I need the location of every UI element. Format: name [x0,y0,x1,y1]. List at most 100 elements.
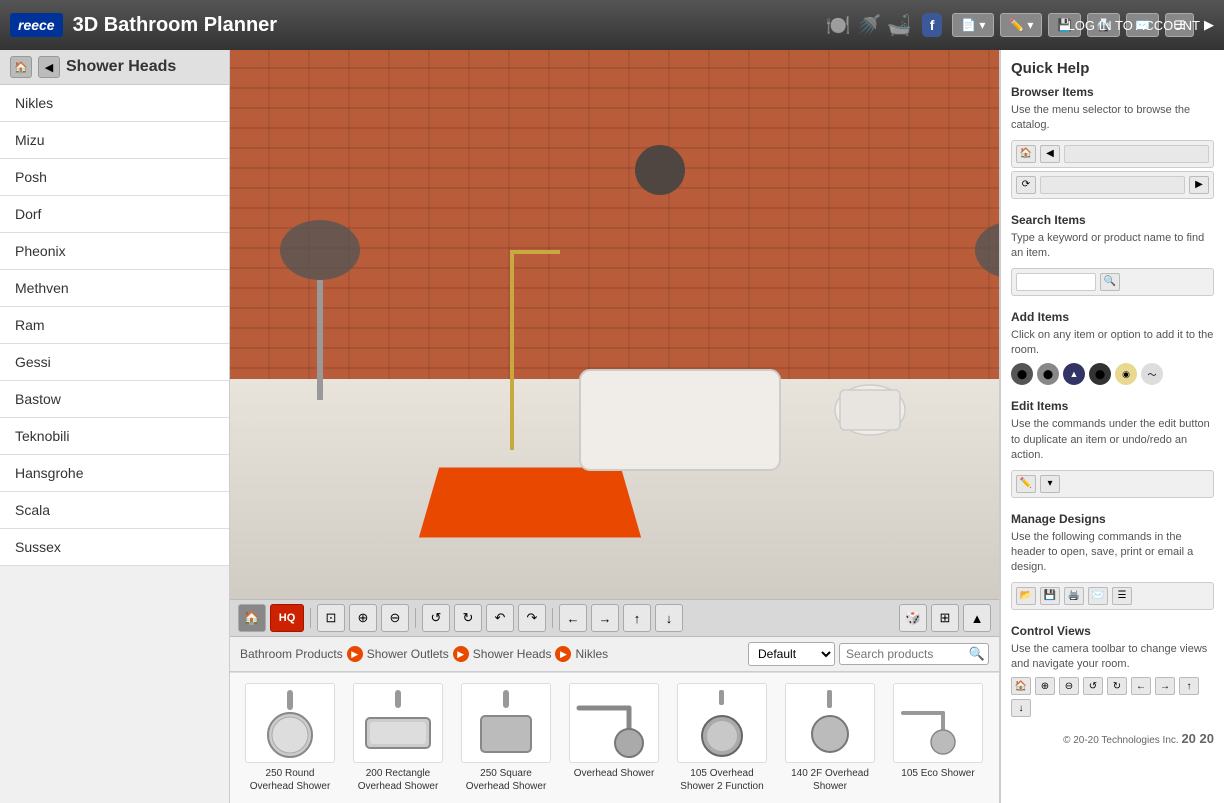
login-button[interactable]: LOG IN TO ACCOUNT ▶ [1068,17,1214,33]
breadcrumb-bathroom[interactable]: Bathroom Products [240,647,343,661]
zoom-out-button[interactable]: ⊖ [381,604,409,632]
sidebar-item-sussex[interactable]: Sussex [0,529,229,566]
drag-button[interactable]: ⊡ [317,604,345,632]
help-browser-heading: Browser Items [1011,85,1214,99]
help-view-rotate2[interactable]: ↻ [1107,677,1127,695]
hq-button[interactable]: HQ [270,604,304,632]
footer-credit: © 20-20 Technologies Inc. 20 20 [1011,731,1214,746]
sidebar-item-bastow[interactable]: Bastow [0,381,229,418]
home-nav-button[interactable]: 🏠 [10,56,32,78]
product-item-3[interactable]: Overhead Shower [564,683,664,780]
help-edit-ui: ✏️ ▾ [1011,470,1214,498]
sidebar: 🏠 ◀ Shower Heads NiklesMizuPoshDorfPheon… [0,50,230,803]
new-button[interactable]: 📄▾ [952,13,994,37]
turn-right-button[interactable]: ↷ [518,604,546,632]
help-view-home[interactable]: 🏠 [1011,677,1031,695]
separator-1 [310,608,311,628]
help-email-btn[interactable]: ✉️ [1088,587,1108,605]
help-search-btn[interactable]: 🔍 [1100,273,1120,291]
sidebar-item-dorf[interactable]: Dorf [0,196,229,233]
view-up-button[interactable]: ▲ [963,604,991,632]
sidebar-list: NiklesMizuPoshDorfPheonixMethvenRamGessi… [0,85,229,566]
help-view-up[interactable]: ↑ [1179,677,1199,695]
sidebar-item-methven[interactable]: Methven [0,270,229,307]
product-item-5[interactable]: 140 2F Overhead Shower [780,683,880,793]
product-item-4[interactable]: 105 Overhead Shower 2 Function [672,683,772,793]
sort-select[interactable]: Default Name A-Z Name Z-A [748,642,835,666]
breadcrumb-outlets[interactable]: Shower Outlets [367,647,449,661]
turn-left-button[interactable]: ↶ [486,604,514,632]
help-view-plus[interactable]: ⊕ [1035,677,1055,695]
quick-help-title: Quick Help [1011,60,1214,77]
help-save-btn[interactable]: 💾 [1040,587,1060,605]
product-gallery: 250 Round Overhead Shower200 Rectangle O… [230,672,999,803]
help-item-2: ⬤ [1037,363,1059,385]
sidebar-item-teknobili[interactable]: Teknobili [0,418,229,455]
orbit-up-button[interactable]: ↺ [422,604,450,632]
view-grid-button[interactable]: ⊞ [931,604,959,632]
edit-button[interactable]: ✏️▾ [1000,13,1042,37]
facebook-button[interactable]: f [922,13,943,37]
sidebar-item-hansgrohe[interactable]: Hansgrohe [0,455,229,492]
sidebar-item-nikles[interactable]: Nikles [0,85,229,122]
breadcrumb-arrow-2[interactable]: ▶ [453,646,469,662]
help-view-minus[interactable]: ⊖ [1059,677,1079,695]
sidebar-item-gessi[interactable]: Gessi [0,344,229,381]
product-label-6: 105 Eco Shower [901,767,974,780]
main-area: 🏠 ◀ Shower Heads NiklesMizuPoshDorfPheon… [0,50,1224,803]
back-nav-button[interactable]: ◀ [38,56,60,78]
pan-left-button[interactable]: ← [559,604,587,632]
product-item-2[interactable]: 250 Square Overhead Shower [456,683,556,793]
help-view-left[interactable]: ← [1131,677,1151,695]
sidebar-item-scala[interactable]: Scala [0,492,229,529]
pan-up-button[interactable]: ↑ [623,604,651,632]
help-view-rotate1[interactable]: ↺ [1083,677,1103,695]
help-back-btn[interactable]: ◀ [1040,145,1060,163]
help-views-icons: 🏠 ⊕ ⊖ ↺ ↻ ← → ↑ ↓ [1011,677,1214,717]
help-edit-dropdown[interactable]: ▾ [1040,475,1060,493]
help-edit-btn[interactable]: ✏️ [1016,475,1036,493]
help-print-btn[interactable]: 🖨️ [1064,587,1084,605]
help-view-right[interactable]: → [1155,677,1175,695]
help-browser-items: Browser Items Use the menu selector to b… [1011,85,1214,199]
product-image-6 [893,683,983,763]
help-browser-text: Use the menu selector to browse the cata… [1011,103,1214,134]
help-item-5: ◉ [1115,363,1137,385]
help-menu-btn[interactable]: ☰ [1112,587,1132,605]
help-next-btn[interactable]: ▶ [1189,176,1209,194]
help-edit-text: Use the commands under the edit button t… [1011,417,1214,463]
search-input[interactable] [839,643,989,665]
breadcrumb-bar: Bathroom Products ▶ Shower Outlets ▶ Sho… [230,637,999,672]
breadcrumb-arrow-3[interactable]: ▶ [555,646,571,662]
breadcrumb-nikles[interactable]: Nikles [575,647,608,661]
sidebar-item-pheonix[interactable]: Pheonix [0,233,229,270]
product-item-6[interactable]: 105 Eco Shower [888,683,988,780]
help-home-btn[interactable]: 🏠 [1016,145,1036,163]
sidebar-item-posh[interactable]: Posh [0,159,229,196]
viewport[interactable] [230,50,999,599]
help-manage-heading: Manage Designs [1011,512,1214,526]
zoom-in-button[interactable]: ⊕ [349,604,377,632]
orbit-down-button[interactable]: ↻ [454,604,482,632]
help-item-3: ▲ [1063,363,1085,385]
product-image-2 [461,683,551,763]
product-item-0[interactable]: 250 Round Overhead Shower [240,683,340,793]
topbar: reece 3D Bathroom Planner 🍽️ 🚿 🛁 f 📄▾ ✏️… [0,0,1224,50]
view-3d-button[interactable]: 🎲 [899,604,927,632]
help-view-down[interactable]: ↓ [1011,699,1031,717]
breadcrumb-heads[interactable]: Shower Heads [473,647,552,661]
sidebar-item-mizu[interactable]: Mizu [0,122,229,159]
help-search-text: Type a keyword or product name to find a… [1011,231,1214,262]
search-icon[interactable]: 🔍 [969,646,985,662]
viewport-home-button[interactable]: 🏠 [238,604,266,632]
help-search-heading: Search Items [1011,213,1214,227]
sidebar-item-ram[interactable]: Ram [0,307,229,344]
help-search-items: Search Items Type a keyword or product n… [1011,213,1214,296]
breadcrumb-arrow-1[interactable]: ▶ [347,646,363,662]
pan-right-button[interactable]: → [591,604,619,632]
help-search-ui: 🔍 [1011,268,1214,296]
pan-down-button[interactable]: ↓ [655,604,683,632]
product-item-1[interactable]: 200 Rectangle Overhead Shower [348,683,448,793]
help-open-btn[interactable]: 📂 [1016,587,1036,605]
help-rotate-btn[interactable]: ⟳ [1016,176,1036,194]
